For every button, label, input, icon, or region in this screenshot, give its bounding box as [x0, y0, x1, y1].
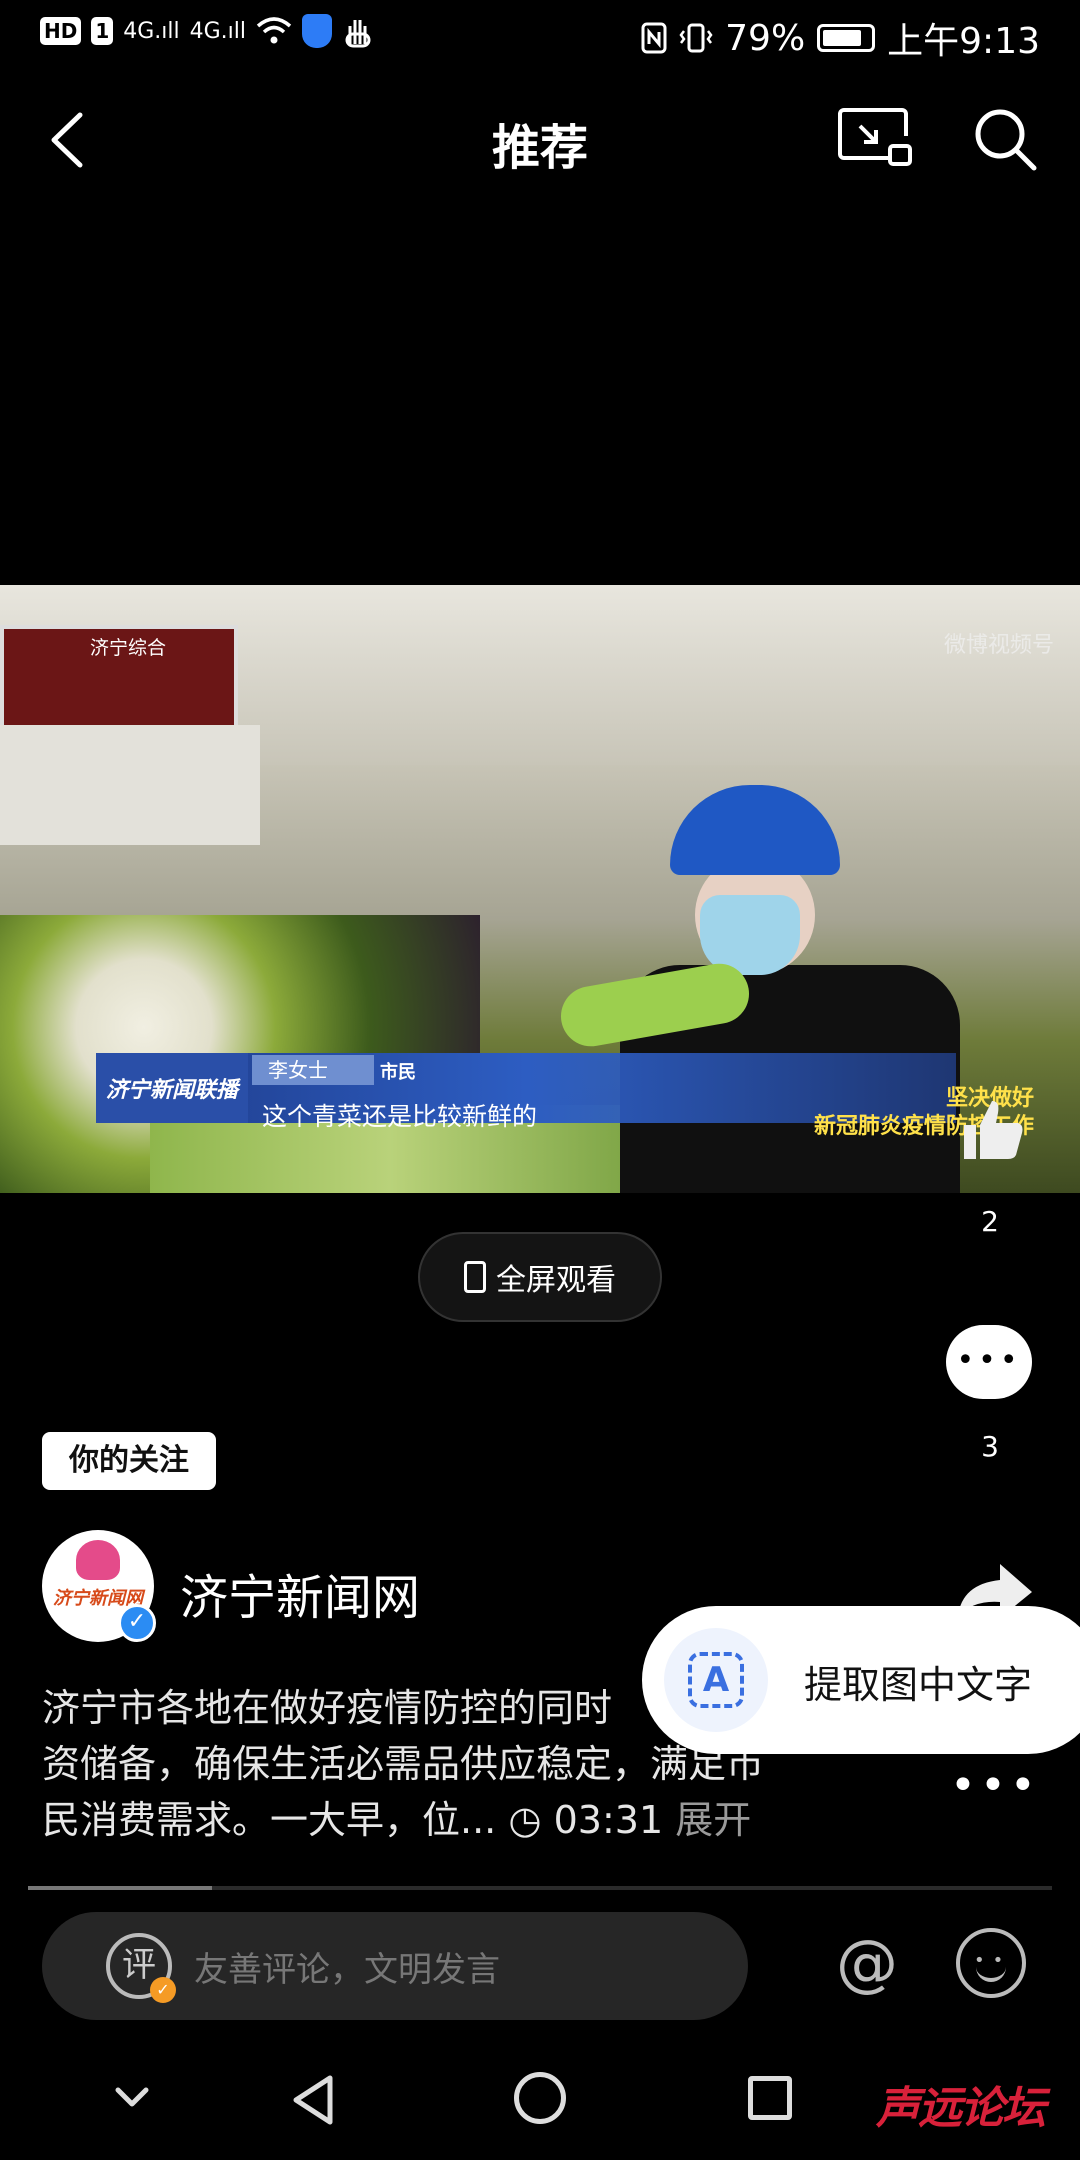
nav-collapse-icon[interactable] [112, 2078, 152, 2118]
extract-text-label: 提取图中文字 [804, 1663, 1033, 1707]
emoji-mouth [976, 1962, 1006, 1982]
ocr-letter: A [688, 1652, 744, 1708]
like-count: 2 [981, 1205, 999, 1238]
security-shield-icon [302, 14, 333, 48]
comment-placeholder: 友善评论，文明发言 [194, 1949, 500, 1990]
channel-logo: 济宁综合 [90, 637, 167, 659]
video-counter [0, 725, 260, 845]
description-line-3-text: 民消费需求。一大早，位... [42, 1798, 497, 1842]
expand-link[interactable]: 展开 [675, 1798, 751, 1842]
author-name[interactable]: 济宁新闻网 [180, 1558, 420, 1628]
phone-rotate-icon [464, 1261, 486, 1293]
speaker-name: 李女士 [252, 1055, 374, 1085]
video-watermark: 微博视频号 [943, 633, 1054, 658]
hd-badge: HD [40, 17, 82, 45]
video-subtitle: 这个青菜还是比较新鲜的 [262, 1102, 538, 1131]
clock: 上午9:13 [887, 21, 1040, 62]
vibrate-icon [679, 23, 713, 53]
comment-ping-icon: 评 ✓ [106, 1933, 176, 2003]
status-left: HD 1 4G.ıll 4G.ıll [40, 14, 374, 48]
extract-text-button[interactable]: A 提取图中文字 [642, 1606, 1080, 1754]
comment-ping-char: 评 [122, 1945, 156, 1985]
signal-icon: 4G.ıll [189, 18, 247, 44]
hand-icon [345, 20, 371, 48]
person-cap [670, 785, 840, 875]
fullscreen-label: 全屏观看 [496, 1263, 616, 1298]
speaker-role: 市民 [380, 1062, 416, 1083]
mention-icon[interactable]: @ [830, 1926, 904, 2000]
video-duration: 03:31 [553, 1798, 664, 1842]
avatar-flower [76, 1540, 120, 1580]
fullscreen-button[interactable]: 全屏观看 [418, 1232, 662, 1322]
clock-icon: ◷ [508, 1798, 542, 1842]
following-badge: 你的关注 [42, 1432, 216, 1490]
nav-home-icon[interactable] [514, 2072, 566, 2124]
signal-icon: 4G.ıll [123, 18, 180, 44]
battery-icon [817, 24, 876, 52]
more-icon[interactable]: ••• [950, 1764, 1036, 1808]
verified-badge-icon: ✓ [118, 1604, 156, 1642]
page-title: 推荐 [491, 120, 588, 176]
comment-input[interactable]: 评 ✓ 友善评论，文明发言 [42, 1912, 748, 2020]
video-player[interactable]: 济宁综合 微博视频号 济宁新闻联播 李女士 市民 这个青菜还是比较新鲜的 坚决做… [0, 585, 1080, 1193]
screen-cast-icon[interactable] [838, 108, 914, 168]
nfc-icon [641, 22, 667, 54]
comment-dots: ••• [956, 1343, 1022, 1378]
video-progress-bar[interactable] [28, 1886, 1052, 1890]
status-bar: HD 1 4G.ıll 4G.ıll 79% 上午9:13 [0, 0, 1080, 72]
search-icon[interactable] [970, 104, 1040, 174]
emoji-icon[interactable]: •• [956, 1928, 1026, 1998]
progress-played [28, 1886, 213, 1890]
comment-icon[interactable]: ••• [946, 1325, 1032, 1399]
comment-count: 3 [981, 1430, 999, 1463]
nav-recents-icon[interactable] [748, 2076, 792, 2120]
thumbs-up-icon[interactable] [958, 1095, 1028, 1165]
status-right: 79% 上午9:13 [641, 12, 1040, 64]
sim-badge: 1 [91, 17, 114, 45]
battery-percent: 79% [725, 17, 806, 59]
text-recognition-icon: A [664, 1628, 768, 1732]
nav-back-icon[interactable] [288, 2072, 338, 2128]
battery-level-fill [823, 30, 862, 46]
wifi-icon [256, 17, 292, 44]
check-dot-icon: ✓ [150, 1977, 176, 2003]
description-line-3: 民消费需求。一大早，位... ◷ 03:31 展开 [42, 1792, 842, 1848]
site-watermark: 声远论坛 [876, 2083, 1046, 2134]
program-logo: 济宁新闻联播 [96, 1053, 248, 1123]
